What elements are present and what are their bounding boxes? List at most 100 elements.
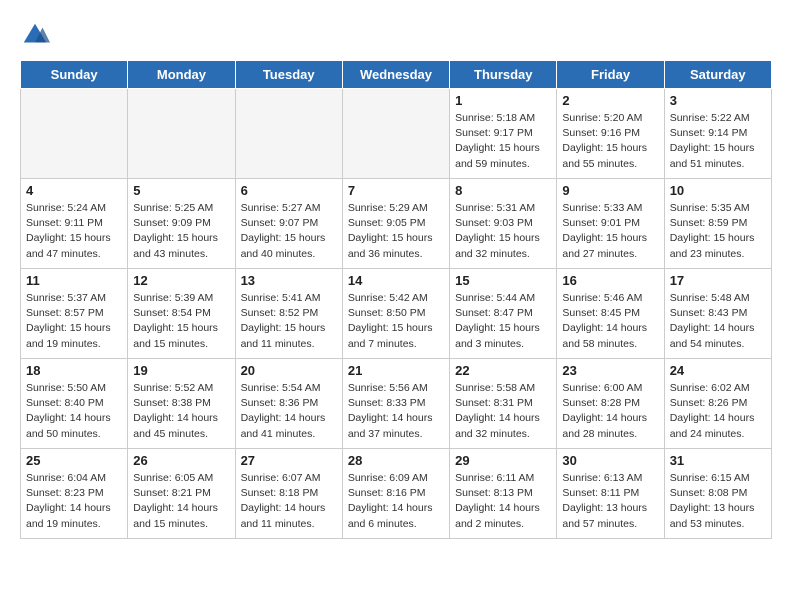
day-info: Sunrise: 5:22 AM Sunset: 9:14 PM Dayligh… xyxy=(670,111,766,172)
calendar-cell: 7 Sunrise: 5:29 AM Sunset: 9:05 PM Daylig… xyxy=(342,179,449,269)
day-number: 30 xyxy=(562,453,658,468)
day-number: 8 xyxy=(455,183,551,198)
weekday-header: Thursday xyxy=(450,61,557,89)
calendar-week-row: 25 Sunrise: 6:04 AM Sunset: 8:23 PM Dayli… xyxy=(21,449,772,539)
calendar-cell: 22 Sunrise: 5:58 AM Sunset: 8:31 PM Dayli… xyxy=(450,359,557,449)
weekday-header: Tuesday xyxy=(235,61,342,89)
calendar-week-row: 11 Sunrise: 5:37 AM Sunset: 8:57 PM Dayli… xyxy=(21,269,772,359)
day-number: 6 xyxy=(241,183,337,198)
day-info: Sunrise: 6:04 AM Sunset: 8:23 PM Dayligh… xyxy=(26,471,122,532)
day-info: Sunrise: 5:58 AM Sunset: 8:31 PM Dayligh… xyxy=(455,381,551,442)
day-info: Sunrise: 5:52 AM Sunset: 8:38 PM Dayligh… xyxy=(133,381,229,442)
calendar-week-row: 18Sunrise: 5:50 AM Sunset: 8:40 PM Dayli… xyxy=(21,359,772,449)
day-info: Sunrise: 6:07 AM Sunset: 8:18 PM Dayligh… xyxy=(241,471,337,532)
day-number: 21 xyxy=(348,363,444,378)
day-number: 2 xyxy=(562,93,658,108)
day-number: 22 xyxy=(455,363,551,378)
day-number: 20 xyxy=(241,363,337,378)
day-info: Sunrise: 6:11 AM Sunset: 8:13 PM Dayligh… xyxy=(455,471,551,532)
day-info: Sunrise: 5:29 AM Sunset: 9:05 PM Dayligh… xyxy=(348,201,444,262)
day-info: Sunrise: 5:46 AM Sunset: 8:45 PM Dayligh… xyxy=(562,291,658,352)
calendar-cell: 8 Sunrise: 5:31 AM Sunset: 9:03 PM Daylig… xyxy=(450,179,557,269)
day-info: Sunrise: 6:00 AM Sunset: 8:28 PM Dayligh… xyxy=(562,381,658,442)
calendar-cell: 12Sunrise: 5:39 AM Sunset: 8:54 PM Dayli… xyxy=(128,269,235,359)
day-info: Sunrise: 5:48 AM Sunset: 8:43 PM Dayligh… xyxy=(670,291,766,352)
weekday-header: Friday xyxy=(557,61,664,89)
calendar-cell: 30 Sunrise: 6:13 AM Sunset: 8:11 PM Dayli… xyxy=(557,449,664,539)
day-info: Sunrise: 6:02 AM Sunset: 8:26 PM Dayligh… xyxy=(670,381,766,442)
day-info: Sunrise: 5:50 AM Sunset: 8:40 PM Dayligh… xyxy=(26,381,122,442)
calendar-cell: 21 Sunrise: 5:56 AM Sunset: 8:33 PM Dayli… xyxy=(342,359,449,449)
day-info: Sunrise: 5:54 AM Sunset: 8:36 PM Dayligh… xyxy=(241,381,337,442)
calendar-cell: 26Sunrise: 6:05 AM Sunset: 8:21 PM Dayli… xyxy=(128,449,235,539)
day-info: Sunrise: 5:24 AM Sunset: 9:11 PM Dayligh… xyxy=(26,201,122,262)
calendar-week-row: 1Sunrise: 5:18 AM Sunset: 9:17 PM Daylig… xyxy=(21,89,772,179)
calendar-cell: 10Sunrise: 5:35 AM Sunset: 8:59 PM Dayli… xyxy=(664,179,771,269)
day-info: Sunrise: 5:41 AM Sunset: 8:52 PM Dayligh… xyxy=(241,291,337,352)
day-info: Sunrise: 5:25 AM Sunset: 9:09 PM Dayligh… xyxy=(133,201,229,262)
day-number: 3 xyxy=(670,93,766,108)
day-info: Sunrise: 5:33 AM Sunset: 9:01 PM Dayligh… xyxy=(562,201,658,262)
day-number: 24 xyxy=(670,363,766,378)
calendar-cell xyxy=(235,89,342,179)
day-info: Sunrise: 6:13 AM Sunset: 8:11 PM Dayligh… xyxy=(562,471,658,532)
weekday-row: SundayMondayTuesdayWednesdayThursdayFrid… xyxy=(21,61,772,89)
day-number: 9 xyxy=(562,183,658,198)
day-info: Sunrise: 5:31 AM Sunset: 9:03 PM Dayligh… xyxy=(455,201,551,262)
day-info: Sunrise: 5:18 AM Sunset: 9:17 PM Dayligh… xyxy=(455,111,551,172)
calendar-cell: 24 Sunrise: 6:02 AM Sunset: 8:26 PM Dayli… xyxy=(664,359,771,449)
day-number: 17 xyxy=(670,273,766,288)
day-info: Sunrise: 5:42 AM Sunset: 8:50 PM Dayligh… xyxy=(348,291,444,352)
calendar-cell: 11 Sunrise: 5:37 AM Sunset: 8:57 PM Dayli… xyxy=(21,269,128,359)
calendar-cell: 6 Sunrise: 5:27 AM Sunset: 9:07 PM Daylig… xyxy=(235,179,342,269)
day-info: Sunrise: 6:09 AM Sunset: 8:16 PM Dayligh… xyxy=(348,471,444,532)
calendar-cell: 25 Sunrise: 6:04 AM Sunset: 8:23 PM Dayli… xyxy=(21,449,128,539)
day-number: 27 xyxy=(241,453,337,468)
calendar-header: SundayMondayTuesdayWednesdayThursdayFrid… xyxy=(21,61,772,89)
day-info: Sunrise: 6:15 AM Sunset: 8:08 PM Dayligh… xyxy=(670,471,766,532)
day-number: 29 xyxy=(455,453,551,468)
calendar-cell: 9 Sunrise: 5:33 AM Sunset: 9:01 PM Daylig… xyxy=(557,179,664,269)
logo xyxy=(20,20,56,50)
day-info: Sunrise: 5:27 AM Sunset: 9:07 PM Dayligh… xyxy=(241,201,337,262)
day-info: Sunrise: 5:56 AM Sunset: 8:33 PM Dayligh… xyxy=(348,381,444,442)
calendar-cell: 5Sunrise: 5:25 AM Sunset: 9:09 PM Daylig… xyxy=(128,179,235,269)
calendar-cell xyxy=(128,89,235,179)
weekday-header: Sunday xyxy=(21,61,128,89)
weekday-header: Saturday xyxy=(664,61,771,89)
day-number: 14 xyxy=(348,273,444,288)
day-info: Sunrise: 5:44 AM Sunset: 8:47 PM Dayligh… xyxy=(455,291,551,352)
day-info: Sunrise: 5:37 AM Sunset: 8:57 PM Dayligh… xyxy=(26,291,122,352)
calendar-cell: 27 Sunrise: 6:07 AM Sunset: 8:18 PM Dayli… xyxy=(235,449,342,539)
weekday-header: Wednesday xyxy=(342,61,449,89)
weekday-header: Monday xyxy=(128,61,235,89)
calendar-body: 1Sunrise: 5:18 AM Sunset: 9:17 PM Daylig… xyxy=(21,89,772,539)
day-number: 13 xyxy=(241,273,337,288)
calendar-cell: 20 Sunrise: 5:54 AM Sunset: 8:36 PM Dayli… xyxy=(235,359,342,449)
calendar-cell: 13 Sunrise: 5:41 AM Sunset: 8:52 PM Dayli… xyxy=(235,269,342,359)
day-number: 15 xyxy=(455,273,551,288)
calendar-cell: 4 Sunrise: 5:24 AM Sunset: 9:11 PM Daylig… xyxy=(21,179,128,269)
calendar-week-row: 4 Sunrise: 5:24 AM Sunset: 9:11 PM Daylig… xyxy=(21,179,772,269)
calendar-cell: 19 Sunrise: 5:52 AM Sunset: 8:38 PM Dayli… xyxy=(128,359,235,449)
day-number: 4 xyxy=(26,183,122,198)
day-number: 16 xyxy=(562,273,658,288)
calendar-table: SundayMondayTuesdayWednesdayThursdayFrid… xyxy=(20,60,772,539)
day-number: 11 xyxy=(26,273,122,288)
calendar-cell: 1Sunrise: 5:18 AM Sunset: 9:17 PM Daylig… xyxy=(450,89,557,179)
day-number: 12 xyxy=(133,273,229,288)
day-number: 10 xyxy=(670,183,766,198)
day-number: 25 xyxy=(26,453,122,468)
calendar-cell: 29 Sunrise: 6:11 AM Sunset: 8:13 PM Dayli… xyxy=(450,449,557,539)
day-info: Sunrise: 5:20 AM Sunset: 9:16 PM Dayligh… xyxy=(562,111,658,172)
logo-icon xyxy=(20,20,50,50)
day-number: 19 xyxy=(133,363,229,378)
calendar-cell xyxy=(342,89,449,179)
day-number: 28 xyxy=(348,453,444,468)
calendar-cell: 17 Sunrise: 5:48 AM Sunset: 8:43 PM Dayli… xyxy=(664,269,771,359)
calendar-cell: 3 Sunrise: 5:22 AM Sunset: 9:14 PM Daylig… xyxy=(664,89,771,179)
day-number: 7 xyxy=(348,183,444,198)
calendar-cell: 15 Sunrise: 5:44 AM Sunset: 8:47 PM Dayli… xyxy=(450,269,557,359)
calendar-cell: 14 Sunrise: 5:42 AM Sunset: 8:50 PM Dayli… xyxy=(342,269,449,359)
calendar-cell xyxy=(21,89,128,179)
